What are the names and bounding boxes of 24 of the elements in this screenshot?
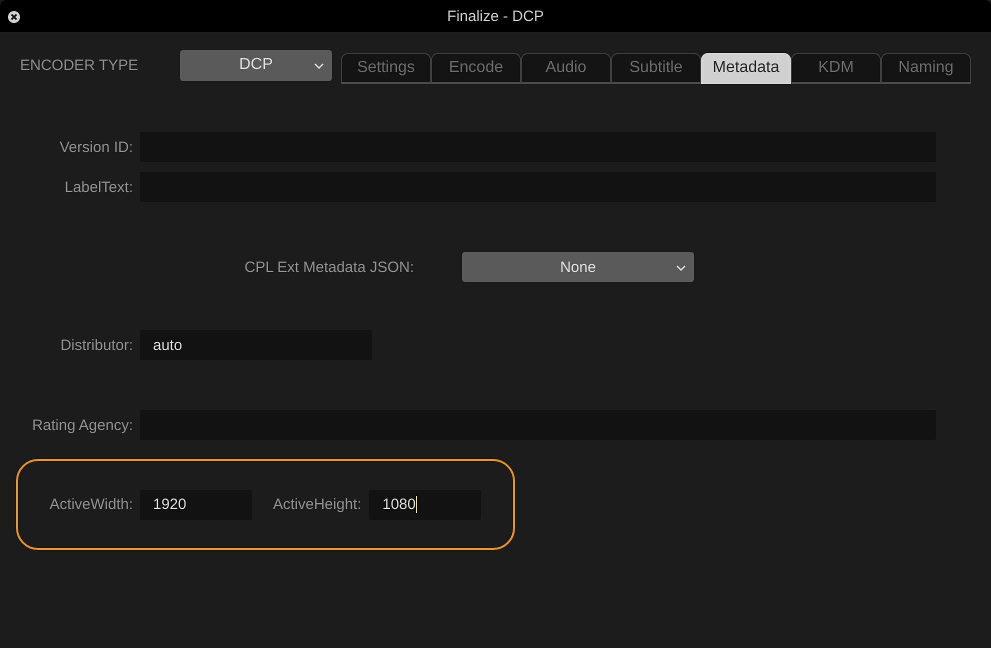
field-label: LabelText: xyxy=(64,178,133,196)
chevron-down-icon xyxy=(314,62,324,68)
field-label: Distributor: xyxy=(59,336,133,354)
field-label: ActiveHeight: xyxy=(273,496,362,513)
window-title: Finalize - DCP xyxy=(447,8,544,24)
chevron-down-icon xyxy=(676,265,686,271)
tab[interactable]: Naming xyxy=(881,53,971,84)
field-label: CPL Ext Metadata JSON: xyxy=(243,258,414,276)
tab[interactable]: Metadata xyxy=(701,53,791,84)
tab[interactable]: Settings xyxy=(341,53,431,84)
tab[interactable]: KDM xyxy=(791,53,881,84)
tab[interactable]: Subtitle xyxy=(611,53,701,84)
field-label: Version ID: xyxy=(58,138,133,156)
close-icon[interactable] xyxy=(8,11,20,23)
encoder-type-dropdown[interactable]: DCP xyxy=(180,50,332,80)
field-label: Rating Agency: xyxy=(31,416,133,434)
field-label: ActiveWidth: xyxy=(48,496,133,513)
encoder-type-label: ENCODER TYPE xyxy=(20,56,140,74)
tab[interactable]: Encode xyxy=(431,53,521,84)
active-width-field[interactable]: 1920 xyxy=(140,490,252,520)
cpl-metadata-dropdown[interactable]: None xyxy=(462,252,694,282)
distributor-field[interactable]: auto xyxy=(140,330,372,360)
active-height-field[interactable]: 1080 xyxy=(369,490,482,520)
tab[interactable]: Audio xyxy=(521,53,611,84)
